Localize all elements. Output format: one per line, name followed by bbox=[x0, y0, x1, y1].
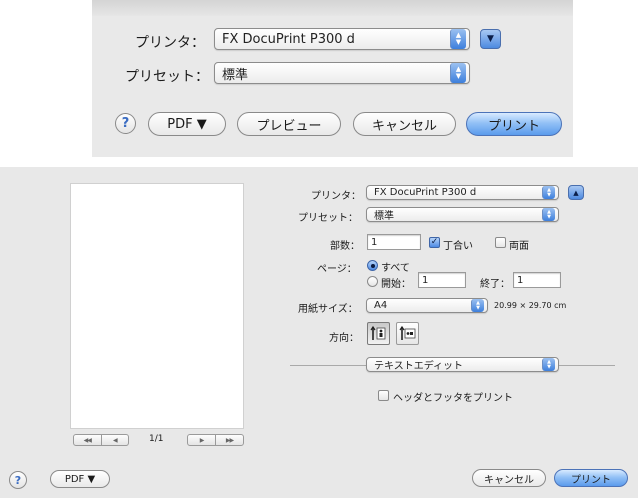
pages-range-radio[interactable] bbox=[367, 276, 378, 287]
disclosure-up-icon: ▲ bbox=[573, 188, 579, 197]
updown-arrows-icon: ▲ ▼ bbox=[542, 358, 555, 371]
help-icon: ? bbox=[14, 473, 22, 487]
pages-to-label: 終了： bbox=[480, 279, 510, 290]
cancel-button[interactable]: キャンセル bbox=[353, 112, 456, 136]
preset-popup[interactable]: 標準 ▲ ▼ bbox=[366, 207, 559, 222]
section-divider-right bbox=[555, 365, 615, 366]
portrait-orientation-icon bbox=[370, 325, 386, 340]
print-button[interactable]: プリント bbox=[554, 469, 628, 487]
cancel-button[interactable]: キャンセル bbox=[472, 469, 546, 487]
updown-arrows-icon: ▲ ▼ bbox=[542, 208, 555, 221]
header-footer-checkbox[interactable] bbox=[378, 390, 389, 401]
collate-label: 丁合い bbox=[443, 241, 473, 252]
printer-popup-value: FX DocuPrint P300 d bbox=[222, 31, 355, 47]
preset-popup[interactable]: 標準 ▲ ▼ bbox=[214, 62, 470, 84]
help-icon: ? bbox=[121, 116, 130, 131]
preset-label: プリセット： bbox=[298, 213, 358, 224]
paper-size-label: 用紙サイズ： bbox=[298, 304, 358, 315]
printer-popup[interactable]: FX DocuPrint P300 d ▲ ▼ bbox=[214, 28, 470, 50]
app-section-popup[interactable]: テキストエディット ▲ ▼ bbox=[366, 357, 559, 372]
section-divider-left bbox=[290, 365, 368, 366]
portrait-orientation-button[interactable] bbox=[367, 322, 390, 345]
paper-dimensions: 20.99 × 29.70 cm bbox=[494, 301, 567, 310]
expanded-print-dialog: ◀◀ ◀ 1/1 ▶ ▶▶ プリンタ： FX DocuPrint P300 d … bbox=[0, 167, 638, 498]
printer-popup[interactable]: FX DocuPrint P300 d ▲ ▼ bbox=[366, 185, 559, 200]
pages-all-label: すべて bbox=[381, 263, 410, 274]
page-preview bbox=[70, 183, 244, 429]
help-button[interactable]: ? bbox=[9, 471, 27, 489]
help-button[interactable]: ? bbox=[115, 113, 136, 134]
printer-label: プリンタ： bbox=[311, 191, 361, 202]
faded-toolbar-background bbox=[92, 0, 573, 16]
previous-page-icon[interactable]: ◀ bbox=[100, 435, 129, 445]
expand-details-button[interactable]: ▼ bbox=[480, 29, 501, 49]
updown-arrows-icon: ▲ ▼ bbox=[450, 63, 466, 83]
print-button[interactable]: プリント bbox=[466, 112, 562, 136]
page-counter: 1/1 bbox=[149, 434, 164, 444]
updown-arrows-icon: ▲ ▼ bbox=[450, 29, 466, 49]
pdf-menu-button[interactable]: PDF ▼ bbox=[50, 470, 110, 488]
printer-popup-value: FX DocuPrint P300 d bbox=[374, 187, 477, 198]
pages-label: ページ： bbox=[317, 264, 357, 275]
pages-from-label: 開始： bbox=[381, 279, 411, 290]
collate-checkbox[interactable]: ✓ bbox=[429, 237, 440, 248]
updown-arrows-icon: ▲ ▼ bbox=[471, 299, 484, 312]
pages-from-field[interactable]: 1 bbox=[418, 272, 466, 288]
landscape-orientation-button[interactable] bbox=[396, 322, 419, 345]
duplex-checkbox[interactable] bbox=[495, 237, 506, 248]
copies-label: 部数： bbox=[330, 241, 360, 252]
header-footer-label: ヘッダとフッタをプリント bbox=[393, 393, 513, 404]
paper-size-value: A4 bbox=[374, 300, 388, 311]
app-section-value: テキストエディット bbox=[374, 361, 463, 372]
printer-label: プリンタ： bbox=[135, 35, 205, 51]
preview-nav-forward-group: ▶ ▶▶ bbox=[187, 434, 244, 446]
last-page-icon[interactable]: ▶▶ bbox=[215, 435, 243, 445]
collapse-details-button[interactable]: ▲ bbox=[568, 185, 584, 200]
preview-button[interactable]: プレビュー bbox=[237, 112, 341, 136]
preset-label: プリセット： bbox=[125, 69, 209, 85]
pages-all-radio[interactable] bbox=[367, 260, 378, 271]
preset-popup-value: 標準 bbox=[222, 67, 249, 83]
updown-arrows-icon: ▲ ▼ bbox=[542, 186, 555, 199]
first-page-icon[interactable]: ◀◀ bbox=[74, 435, 101, 445]
next-page-icon[interactable]: ▶ bbox=[188, 435, 215, 445]
pages-to-field[interactable]: 1 bbox=[513, 272, 561, 288]
paper-size-popup[interactable]: A4 ▲ ▼ bbox=[366, 298, 488, 313]
preview-nav-back-group: ◀◀ ◀ bbox=[73, 434, 129, 446]
duplex-label: 両面 bbox=[509, 241, 529, 252]
copies-field[interactable]: 1 bbox=[367, 234, 421, 250]
orientation-label: 方向： bbox=[329, 333, 359, 344]
disclosure-down-icon: ▼ bbox=[487, 34, 494, 44]
landscape-orientation-icon bbox=[399, 325, 416, 340]
collapsed-print-dialog: プリンタ： FX DocuPrint P300 d ▲ ▼ ▼ プリセット： 標準… bbox=[92, 0, 573, 157]
pdf-menu-button[interactable]: PDF ▼ bbox=[148, 112, 226, 136]
preset-popup-value: 標準 bbox=[374, 211, 394, 222]
